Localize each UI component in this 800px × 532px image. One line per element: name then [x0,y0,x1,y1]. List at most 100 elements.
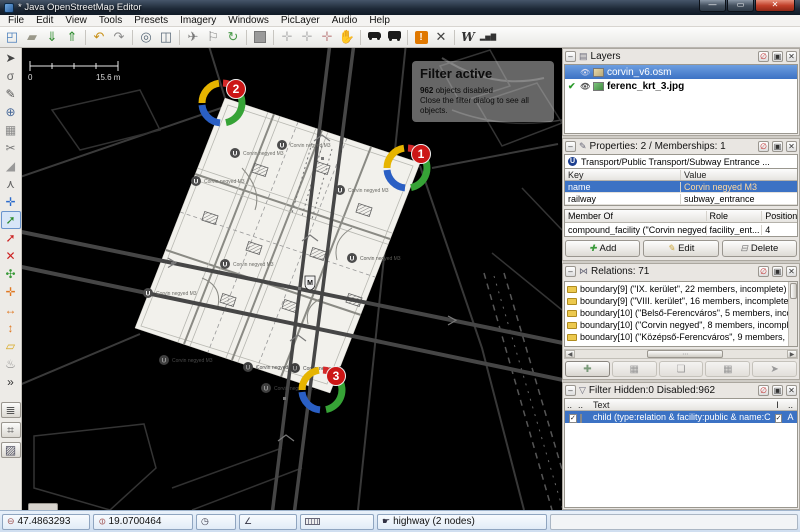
key-column-header[interactable]: Key [565,170,681,180]
delete-icon[interactable]: ✕ [431,28,451,47]
rotate-tool-icon[interactable]: ✣ [1,265,21,283]
enable-column-header[interactable]: .. [565,400,578,410]
stats-icon[interactable]: ▂▅▇ [478,28,498,47]
relations-dock-button[interactable]: ▣ [772,266,783,277]
edit-tag-button[interactable]: ✎Edit [643,240,718,257]
tag-row[interactable]: name Corvin negyed M3 [565,181,797,193]
draw-tool-icon[interactable]: ✎ [1,85,21,103]
piclayer-button[interactable]: ▨ [1,442,21,458]
filter-sticky-button[interactable]: ∅ [758,385,769,396]
refresh-icon[interactable]: ↻ [223,28,243,47]
stretch-v-tool-icon[interactable]: ↕ [1,319,21,337]
tag-button[interactable]: ⌗ [1,422,21,438]
spray-tool-icon[interactable]: ♨ [1,355,21,373]
delete-node-tool-icon[interactable]: ✕ [1,247,21,265]
visibility-eye-icon[interactable]: 👁 [580,68,590,77]
menu-item[interactable]: Windows [222,15,275,27]
mode-column-header[interactable]: .. [784,400,797,410]
layer-list-button[interactable]: ≣ [1,402,21,418]
menu-item[interactable]: Tools [93,15,128,27]
visibility-eye-icon[interactable]: 👁 [580,82,590,91]
text-column-header[interactable]: Text [591,400,771,410]
relation-row[interactable]: boundary[9] ("VIII. kerület", 16 members… [565,295,797,307]
menu-item[interactable]: View [59,15,93,27]
layers-collapse-button[interactable]: – [565,51,576,62]
properties-collapse-button[interactable]: – [565,141,576,152]
car-icon[interactable] [364,28,384,47]
scroll-right-arrow[interactable]: ▶ [787,350,797,358]
download-icon[interactable]: ⇓ [42,28,62,47]
skew-tool-icon[interactable]: ▱ [1,337,21,355]
split-tool-icon[interactable]: ✂ [1,139,21,157]
preferences-icon[interactable]: ◎ [136,28,156,47]
relation-row[interactable]: boundary[9] ("IX. kerület", 22 members, … [565,283,797,295]
menu-item[interactable]: Help [363,15,396,27]
role-column-header[interactable]: Role [707,211,763,221]
relations-collapse-button[interactable]: – [565,266,576,277]
duplicate-relation-button[interactable]: ❏ [659,361,704,377]
select-mode-icon[interactable]: ✛ [277,28,297,47]
unglue-tool-icon[interactable]: ⋏ [1,175,21,193]
minimize-button[interactable]: — [699,0,726,12]
layers-dock-button[interactable]: ▣ [772,51,783,62]
filter-row[interactable]: child (type:relation & facility:public &… [565,411,797,423]
scroll-left-arrow[interactable]: ◀ [565,350,575,358]
layer-row-osm[interactable]: 👁 corvin_v6.osm [565,65,797,79]
delete-relation-button[interactable]: ▦ [705,361,750,377]
layers-sticky-button[interactable]: ∅ [758,51,769,62]
filter-collapse-button[interactable]: – [565,385,576,396]
menu-item[interactable]: Presets [128,15,174,27]
extrude-tool-icon[interactable]: ➚ [1,211,21,229]
hscroll-thumb[interactable]: ⋯ [647,350,723,358]
lasso-tool-icon[interactable]: σ [1,67,21,85]
imagery-icon[interactable] [250,28,270,47]
accuracy-tool-icon[interactable]: ◢ [1,157,21,175]
draw-mode-icon[interactable]: ✛ [297,28,317,47]
properties-dock-button[interactable]: ▣ [772,141,783,152]
toggle-dialogs-icon[interactable]: ◫ [156,28,176,47]
mapstyle-icon[interactable]: ⚐ [203,28,223,47]
position-column-header[interactable]: Position [762,211,797,221]
properties-sticky-button[interactable]: ∅ [758,141,769,152]
stretch-h-tool-icon[interactable]: ↔ [1,301,21,319]
invert-column-header[interactable]: I [771,400,784,410]
redo-icon[interactable]: ↷ [109,28,129,47]
maximize-button[interactable]: ▭ [727,0,754,12]
memberof-column-header[interactable]: Member Of [565,211,707,221]
piclayer-image[interactable] [135,98,420,393]
menu-item[interactable]: Audio [326,15,364,27]
relations-sticky-button[interactable]: ∅ [758,266,769,277]
hide-column-header[interactable]: .. [578,400,591,410]
menu-item[interactable]: Edit [30,15,59,27]
layers-close-button[interactable]: ✕ [786,51,797,62]
gap[interactable] [1,391,21,400]
relation-row[interactable]: boundary[10] ("Corvin negyed", 8 members… [565,319,797,331]
upload-icon[interactable]: ⇑ [62,28,82,47]
select-relation-button[interactable]: ➤ [752,361,797,377]
filter-close-button[interactable]: ✕ [786,385,797,396]
tag-row[interactable]: railway subway_entrance [565,193,797,205]
close-button[interactable]: ✕ [755,0,795,12]
layer-row-image[interactable]: ✔ 👁 ferenc_krt_3.jpg [565,79,797,93]
zoom-tool-icon[interactable]: ⊕ [1,103,21,121]
pan-icon[interactable]: ✋ [337,28,357,47]
hide-checkbox[interactable] [580,414,582,423]
relation-row[interactable]: boundary[10] ("Középső-Ferencváros", 9 m… [565,331,797,343]
preset-row[interactable]: U Transport/Public Transport/Subway Entr… [564,154,798,168]
delete-tool-icon[interactable]: ▦ [1,121,21,139]
bus-icon[interactable] [384,28,404,47]
pick-mode-icon[interactable]: ✛ [317,28,337,47]
delete-tag-button[interactable]: ⊟Delete [722,240,797,257]
menu-item[interactable]: PicLayer [275,15,326,27]
menu-item[interactable]: Imagery [174,15,222,27]
add-tag-button[interactable]: ✚Add [565,240,640,257]
validator-warning-icon[interactable]: ! [411,28,431,47]
move-tool-icon[interactable]: ✛ [1,193,21,211]
more-tools-icon[interactable]: » [1,373,21,391]
map-canvas[interactable]: UCorvin negyed M3 UCorvin negyed M3 UCor… [22,48,562,510]
relations-list[interactable]: boundary[9] ("IX. kerület", 22 members, … [564,281,798,347]
invert-checkbox[interactable] [775,414,783,423]
properties-close-button[interactable]: ✕ [786,141,797,152]
filter-dock-button[interactable]: ▣ [772,385,783,396]
select-tool-icon[interactable]: ➤ [1,49,21,67]
